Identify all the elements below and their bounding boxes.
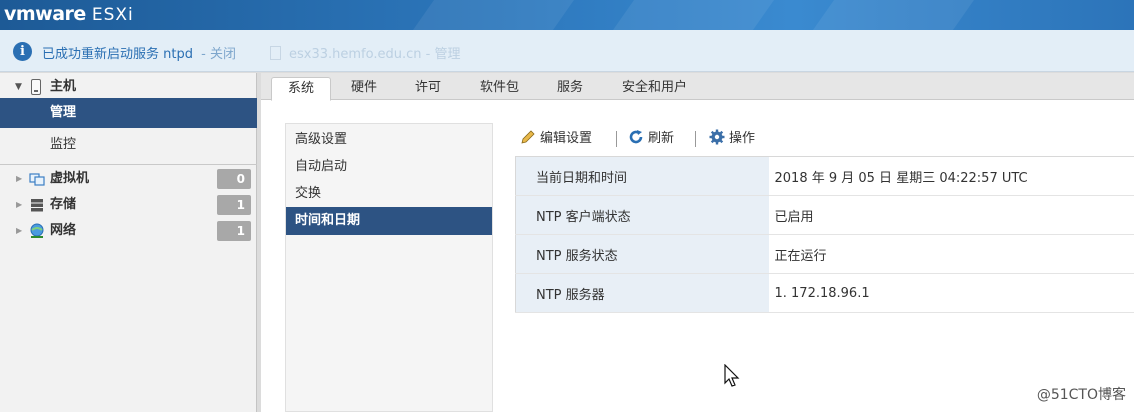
tab-licensing[interactable]: 许可 [399, 77, 457, 101]
nav-host[interactable]: ▼ 主机 [0, 74, 257, 100]
nav-item-storage[interactable]: ▶ 存储 1 [0, 192, 257, 218]
property-key: NTP 服务器 [515, 273, 769, 313]
caret-down-icon[interactable]: ▼ [15, 74, 22, 100]
main-content: 系统 硬件 许可 软件包 服务 安全和用户 高级设置 自动启动 交换 时间和日期… [261, 73, 1134, 412]
tab-hardware[interactable]: 硬件 [335, 77, 393, 101]
table-row: NTP 服务状态 正在运行 [515, 234, 1134, 274]
property-value: 1. 172.18.96.1 [768, 273, 1134, 313]
top-header: vmware ESXi [0, 0, 1134, 30]
nav-item-vms[interactable]: ▶ 虚拟机 0 [0, 166, 257, 192]
vmware-esxi-logo: vmware ESXi [4, 3, 134, 25]
edit-settings-button[interactable]: 编辑设置 [520, 127, 592, 151]
count-badge: 1 [217, 195, 251, 215]
subnav-swap[interactable]: 交换 [286, 180, 492, 208]
subnav-time-date[interactable]: 时间和日期 [286, 207, 492, 235]
gear-icon [709, 129, 725, 145]
tab-bar: 系统 硬件 许可 软件包 服务 安全和用户 [261, 73, 1134, 101]
caret-right-icon[interactable]: ▶ [16, 192, 22, 218]
watermark: @51CTO博客 [1036, 387, 1126, 403]
navigator-panel: ▼ 主机 管理 监控 ▶ 虚拟机 0 ▶ 存储 1 ▶ 网络 1 [0, 73, 257, 412]
refresh-icon [629, 130, 643, 144]
property-value: 正在运行 [768, 234, 1134, 274]
faded-page-title: esx33.hemfo.edu.cn - 管理 [270, 43, 460, 62]
subnav-advanced-settings[interactable]: 高级设置 [286, 126, 492, 154]
nav-divider [0, 164, 257, 165]
document-icon [270, 46, 281, 60]
network-icon [30, 223, 44, 238]
time-date-properties-table: 当前日期和时间 2018 年 9 月 05 日 星期三 04:22:57 UTC… [515, 156, 1134, 313]
count-badge: 1 [217, 221, 251, 241]
count-badge: 0 [217, 169, 251, 189]
property-value: 2018 年 9 月 05 日 星期三 04:22:57 UTC [768, 156, 1134, 196]
caret-right-icon[interactable]: ▶ [16, 218, 22, 244]
tab-packages[interactable]: 软件包 [464, 77, 535, 101]
notification-bar: i 已成功重新启动服务 ntpd - 关闭 esx33.hemfo.edu.cn… [0, 30, 1134, 72]
table-row: NTP 客户端状态 已启用 [515, 195, 1134, 235]
system-subnav: 高级设置 自动启动 交换 时间和日期 [285, 123, 493, 412]
tab-system[interactable]: 系统 [271, 77, 332, 101]
storage-icon [31, 199, 43, 212]
caret-right-icon[interactable]: ▶ [16, 166, 22, 192]
info-icon: i [13, 42, 32, 61]
nav-item-network[interactable]: ▶ 网络 1 [0, 218, 257, 244]
refresh-button[interactable]: 刷新 [628, 127, 674, 151]
property-key: NTP 服务状态 [515, 234, 769, 274]
actions-button[interactable]: 操作 [709, 127, 755, 151]
property-key: 当前日期和时间 [515, 156, 769, 196]
vm-icon [29, 173, 45, 186]
toolbar-separator [695, 131, 696, 147]
subnav-autostart[interactable]: 自动启动 [286, 153, 492, 181]
toolbar-separator [616, 131, 617, 147]
nav-monitor[interactable]: 监控 [0, 130, 257, 160]
property-value: 已启用 [768, 195, 1134, 235]
property-key: NTP 客户端状态 [515, 195, 769, 235]
notification-message: 已成功重新启动服务 ntpd - 关闭 [42, 47, 236, 62]
mouse-cursor-icon [724, 364, 740, 387]
table-row: 当前日期和时间 2018 年 9 月 05 日 星期三 04:22:57 UTC [515, 156, 1134, 196]
pencil-icon [521, 130, 535, 144]
table-row: NTP 服务器 1. 172.18.96.1 [515, 273, 1134, 313]
tab-security-users[interactable]: 安全和用户 [606, 77, 703, 101]
nav-manage[interactable]: 管理 [0, 98, 257, 128]
host-icon [31, 79, 41, 95]
tab-services[interactable]: 服务 [541, 77, 599, 101]
notification-close-link[interactable]: - 关闭 [201, 47, 236, 62]
